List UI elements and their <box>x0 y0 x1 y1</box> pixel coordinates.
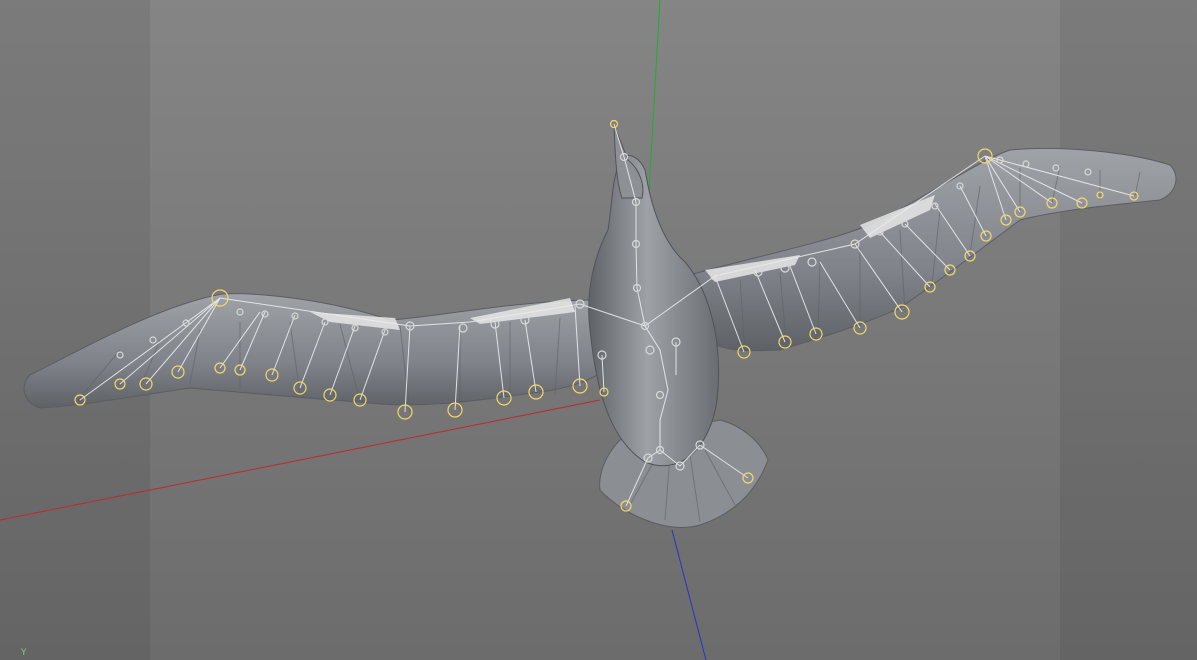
body-mesh[interactable] <box>588 155 720 467</box>
world-axis-x <box>0 399 601 521</box>
right-wing-mesh[interactable] <box>689 147 1177 352</box>
world-axis-label: Y <box>21 648 27 658</box>
3d-viewport[interactable]: Y <box>0 0 1197 660</box>
world-axis-z <box>671 529 707 660</box>
scene-canvas[interactable] <box>0 0 1197 660</box>
